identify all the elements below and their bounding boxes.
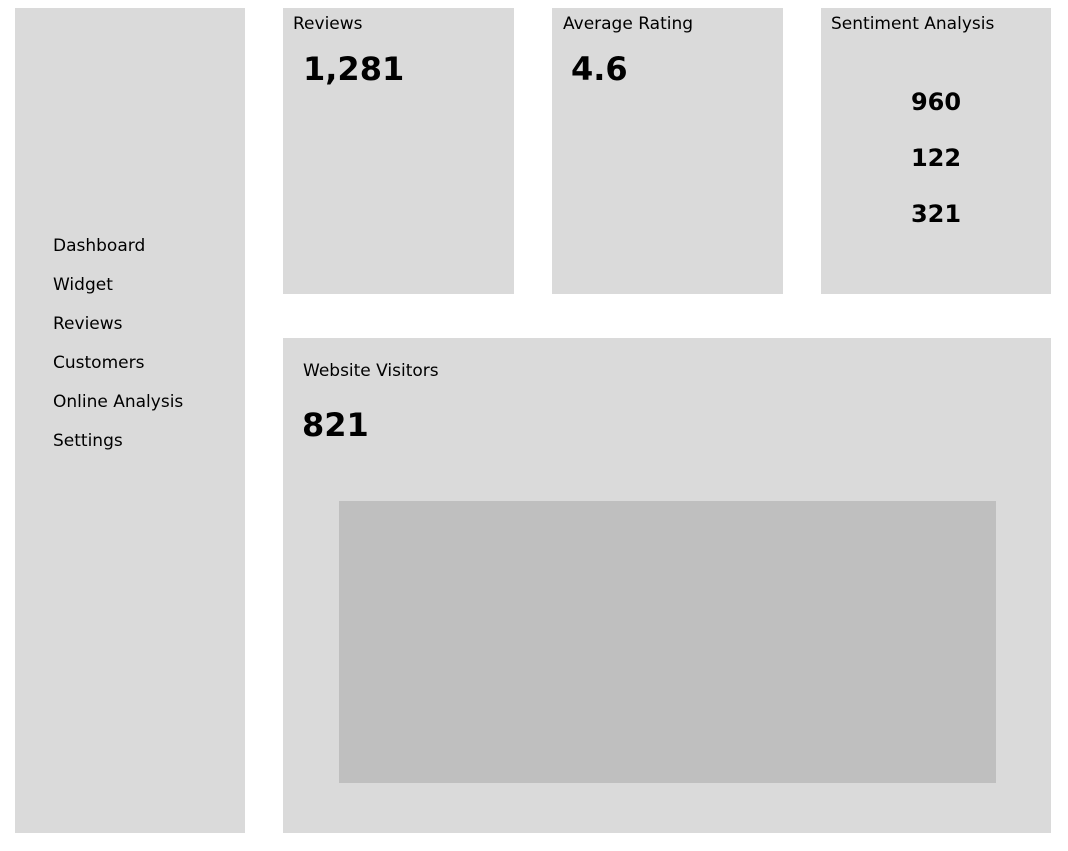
sidebar: Dashboard Widget Reviews Customers Onlin… — [15, 8, 245, 833]
average-rating-card: Average Rating 4.6 — [552, 8, 783, 294]
website-visitors-card: Website Visitors 821 — [283, 338, 1051, 833]
sentiment-value-2: 122 — [910, 144, 962, 172]
sentiment-value-1: 960 — [910, 88, 962, 116]
sentiment-value-3: 321 — [910, 200, 962, 228]
reviews-card-title: Reviews — [293, 14, 363, 34]
sidebar-item-reviews[interactable]: Reviews — [53, 311, 183, 350]
average-rating-card-title: Average Rating — [563, 14, 694, 34]
sidebar-nav: Dashboard Widget Reviews Customers Onlin… — [53, 233, 183, 467]
website-visitors-count: 821 — [302, 406, 369, 444]
sentiment-analysis-card-title: Sentiment Analysis — [831, 14, 995, 34]
reviews-card: Reviews 1,281 — [283, 8, 514, 294]
visitors-chart-placeholder — [339, 501, 996, 783]
sidebar-item-customers[interactable]: Customers — [53, 350, 183, 389]
sidebar-item-dashboard[interactable]: Dashboard — [53, 233, 183, 272]
sidebar-item-widget[interactable]: Widget — [53, 272, 183, 311]
sidebar-item-online-analysis[interactable]: Online Analysis — [53, 389, 183, 428]
sentiment-analysis-card: Sentiment Analysis 960 122 321 — [821, 8, 1051, 294]
average-rating-value: 4.6 — [571, 50, 628, 88]
reviews-count: 1,281 — [303, 50, 405, 88]
sidebar-item-settings[interactable]: Settings — [53, 428, 183, 467]
website-visitors-card-title: Website Visitors — [303, 361, 439, 381]
